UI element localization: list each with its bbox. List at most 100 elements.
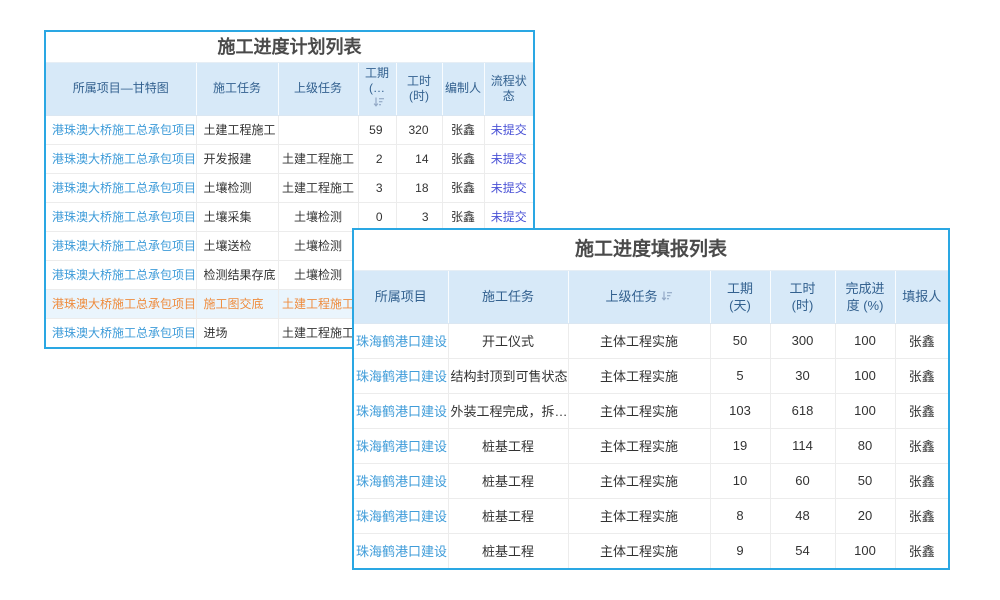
project-link[interactable]: 珠海鹤港口建设	[354, 358, 448, 393]
table-cell: 5	[710, 358, 770, 393]
table-cell: 土壤检测	[278, 202, 358, 231]
table-cell: 施工图交底	[196, 289, 278, 318]
table-cell: 20	[835, 498, 895, 533]
table-cell: 张鑫	[895, 393, 948, 428]
report-table-body: 珠海鹤港口建设开工仪式主体工程实施50300100张鑫珠海鹤港口建设结构封顶到可…	[354, 323, 948, 568]
table-cell: 开工仪式	[448, 323, 568, 358]
table-cell: 土壤检测	[278, 260, 358, 289]
table-row: 港珠澳大桥施工总承包项目开发报建土建工程施工214张鑫未提交	[46, 144, 533, 173]
table-cell: 张鑫	[442, 115, 484, 144]
table-cell: 土建工程施工	[278, 318, 358, 347]
project-link[interactable]: 珠海鹤港口建设	[354, 393, 448, 428]
table-cell: 60	[770, 463, 835, 498]
column-header: 施工任务	[448, 271, 568, 323]
table-cell: 3	[396, 202, 442, 231]
table-cell: 开发报建	[196, 144, 278, 173]
table-cell: 土建工程施工	[278, 173, 358, 202]
status-link[interactable]: 未提交	[484, 115, 533, 144]
column-header: 填报人	[895, 271, 948, 323]
table-cell: 9	[710, 533, 770, 568]
column-header: 编制人	[442, 63, 484, 115]
report-list-title: 施工进度填报列表	[354, 230, 948, 271]
table-cell: 54	[770, 533, 835, 568]
table-cell: 张鑫	[895, 428, 948, 463]
project-link[interactable]: 港珠澳大桥施工总承包项目	[46, 144, 196, 173]
project-link[interactable]: 港珠澳大桥施工总承包项目	[46, 173, 196, 202]
table-row: 港珠澳大桥施工总承包项目土壤检测土建工程施工318张鑫未提交	[46, 173, 533, 202]
project-link[interactable]: 珠海鹤港口建设	[354, 463, 448, 498]
table-cell: 2	[358, 144, 396, 173]
table-row: 珠海鹤港口建设桩基工程主体工程实施954100张鑫	[354, 533, 948, 568]
table-cell: 8	[710, 498, 770, 533]
project-link[interactable]: 港珠澳大桥施工总承包项目	[46, 115, 196, 144]
table-cell: 48	[770, 498, 835, 533]
table-cell: 桩基工程	[448, 498, 568, 533]
project-link[interactable]: 港珠澳大桥施工总承包项目	[46, 318, 196, 347]
status-link[interactable]: 未提交	[484, 202, 533, 231]
table-cell: 100	[835, 393, 895, 428]
column-header: 施工任务	[196, 63, 278, 115]
table-cell: 土壤采集	[196, 202, 278, 231]
table-cell: 桩基工程	[448, 533, 568, 568]
table-cell: 主体工程实施	[568, 533, 710, 568]
sort-icon[interactable]	[373, 96, 385, 108]
column-header: 工时 (时)	[396, 63, 442, 115]
column-header: 工期 (天)	[710, 271, 770, 323]
table-cell: 103	[710, 393, 770, 428]
column-header: 流程状态	[484, 63, 533, 115]
table-cell: 19	[710, 428, 770, 463]
column-header: 完成进 度 (%)	[835, 271, 895, 323]
table-cell: 0	[358, 202, 396, 231]
project-link[interactable]: 珠海鹤港口建设	[354, 323, 448, 358]
column-header: 所属项目	[354, 271, 448, 323]
table-cell: 结构封顶到可售状态	[448, 358, 568, 393]
plan-table-head: 所属项目—甘特图施工任务上级任务工期 (… 工时 (时)编制人流程状态	[46, 63, 533, 115]
project-link[interactable]: 珠海鹤港口建设	[354, 498, 448, 533]
table-cell: 张鑫	[895, 498, 948, 533]
table-cell: 14	[396, 144, 442, 173]
status-link[interactable]: 未提交	[484, 173, 533, 202]
table-cell: 张鑫	[895, 463, 948, 498]
report-table-head: 所属项目施工任务上级任务工期 (天)工时 (时)完成进 度 (%)填报人	[354, 271, 948, 323]
table-cell: 50	[835, 463, 895, 498]
table-cell: 80	[835, 428, 895, 463]
table-row: 珠海鹤港口建设开工仪式主体工程实施50300100张鑫	[354, 323, 948, 358]
table-cell: 50	[710, 323, 770, 358]
report-list-window: 施工进度填报列表 所属项目施工任务上级任务工期 (天)工时 (时)完成进 度 (…	[352, 228, 950, 570]
table-row: 珠海鹤港口建设桩基工程主体工程实施106050张鑫	[354, 463, 948, 498]
header-row: 所属项目—甘特图施工任务上级任务工期 (… 工时 (时)编制人流程状态	[46, 63, 533, 115]
table-row: 港珠澳大桥施工总承包项目土建工程施工59320张鑫未提交	[46, 115, 533, 144]
table-cell: 主体工程实施	[568, 393, 710, 428]
table-row: 珠海鹤港口建设外装工程完成，拆…主体工程实施103618100张鑫	[354, 393, 948, 428]
column-header: 工时 (时)	[770, 271, 835, 323]
table-cell: 土建工程施工	[196, 115, 278, 144]
column-header[interactable]: 工期 (…	[358, 63, 396, 115]
table-cell: 张鑫	[895, 358, 948, 393]
table-row: 珠海鹤港口建设桩基工程主体工程实施84820张鑫	[354, 498, 948, 533]
table-cell: 张鑫	[442, 202, 484, 231]
project-link[interactable]: 港珠澳大桥施工总承包项目	[46, 289, 196, 318]
column-header: 上级任务	[278, 63, 358, 115]
column-header: 所属项目—甘特图	[46, 63, 196, 115]
column-header[interactable]: 上级任务	[568, 271, 710, 323]
project-link[interactable]: 珠海鹤港口建设	[354, 428, 448, 463]
project-link[interactable]: 港珠澳大桥施工总承包项目	[46, 202, 196, 231]
table-cell: 土壤检测	[196, 173, 278, 202]
table-cell: 桩基工程	[448, 463, 568, 498]
status-link[interactable]: 未提交	[484, 144, 533, 173]
plan-list-title: 施工进度计划列表	[46, 32, 533, 63]
project-link[interactable]: 珠海鹤港口建设	[354, 533, 448, 568]
table-cell: 张鑫	[442, 173, 484, 202]
table-row: 港珠澳大桥施工总承包项目土壤采集土壤检测03张鑫未提交	[46, 202, 533, 231]
table-cell: 土建工程施工	[278, 289, 358, 318]
table-cell: 320	[396, 115, 442, 144]
project-link[interactable]: 港珠澳大桥施工总承包项目	[46, 260, 196, 289]
project-link[interactable]: 港珠澳大桥施工总承包项目	[46, 231, 196, 260]
sort-icon[interactable]	[661, 290, 673, 302]
table-cell: 18	[396, 173, 442, 202]
table-cell: 114	[770, 428, 835, 463]
table-cell: 100	[835, 358, 895, 393]
table-cell: 主体工程实施	[568, 498, 710, 533]
header-row: 所属项目施工任务上级任务工期 (天)工时 (时)完成进 度 (%)填报人	[354, 271, 948, 323]
table-cell: 主体工程实施	[568, 358, 710, 393]
